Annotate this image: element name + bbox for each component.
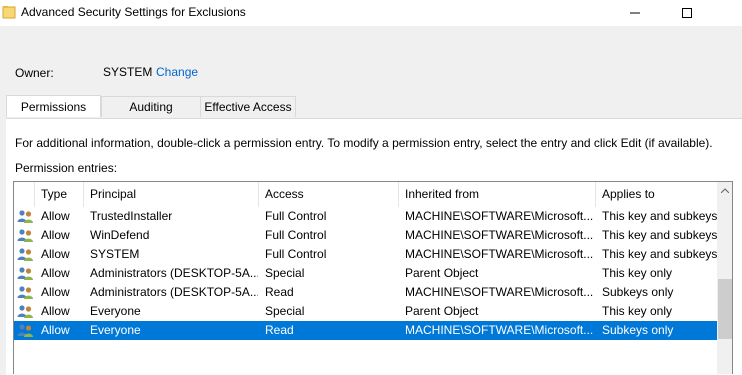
tab-permissions[interactable]: Permissions <box>6 95 101 117</box>
users-icon <box>17 305 33 318</box>
row-principal: WinDefend <box>90 228 150 242</box>
row-principal: Administrators (DESKTOP-5A... <box>90 285 258 299</box>
row-type: Allow <box>41 247 70 261</box>
row-principal: TrustedInstaller <box>90 209 173 223</box>
row-principal: Administrators (DESKTOP-5A... <box>90 266 258 280</box>
row-inherited-from: Parent Object <box>405 266 479 280</box>
tab-effective-access[interactable]: Effective Access <box>200 96 296 117</box>
row-applies-to: This key and subkeys <box>602 247 718 261</box>
permission-entries-label: Permission entries: <box>15 161 118 175</box>
row-applies-to: This key only <box>602 304 673 318</box>
row-inherited-from: MACHINE\SOFTWARE\Microsoft... <box>405 228 593 242</box>
maximize-button[interactable] <box>664 0 710 26</box>
users-icon <box>17 210 33 223</box>
table-row[interactable]: Allow Everyone Special Parent Object This ke… <box>14 302 717 321</box>
row-inherited-from: MACHINE\SOFTWARE\Microsoft... <box>405 209 593 223</box>
minimize-button[interactable] <box>612 0 658 26</box>
column-header-applies-to[interactable]: Applies to <box>596 182 717 207</box>
header-spacer <box>14 182 35 207</box>
row-inherited-from: Parent Object <box>405 304 479 318</box>
column-header-type[interactable]: Type <box>35 182 84 207</box>
row-access: Special <box>265 304 305 318</box>
row-type: Allow <box>41 285 70 299</box>
permission-entries-list[interactable]: Type Principal Access Inherited from App… <box>13 181 733 374</box>
row-type: Allow <box>41 209 70 223</box>
row-applies-to: Subkeys only <box>602 285 674 299</box>
row-access: Read <box>265 285 294 299</box>
vertical-scrollbar[interactable] <box>717 182 732 374</box>
row-inherited-from: MACHINE\SOFTWARE\Microsoft... <box>405 285 593 299</box>
users-icon <box>17 286 33 299</box>
row-access: Full Control <box>265 209 327 223</box>
window-title: Advanced Security Settings for Exclusion… <box>21 5 246 19</box>
row-principal: Everyone <box>90 304 141 318</box>
table-row[interactable]: Allow Everyone Read MACHINE\SOFTWARE\Micros… <box>14 321 717 340</box>
change-owner-link[interactable]: Change <box>156 65 198 79</box>
row-applies-to: This key and subkeys <box>602 228 718 242</box>
row-applies-to: This key only <box>602 266 673 280</box>
users-icon <box>17 267 33 280</box>
maximize-icon <box>682 8 692 18</box>
users-icon <box>17 248 33 261</box>
tab-auditing[interactable]: Auditing <box>101 96 201 117</box>
list-header: Type Principal Access Inherited from App… <box>14 182 717 207</box>
row-access: Full Control <box>265 247 327 261</box>
table-row[interactable]: Allow Administrators (DESKTOP-5A... Specia… <box>14 264 717 283</box>
table-row[interactable]: Allow TrustedInstaller Full Control MACHINE… <box>14 207 717 226</box>
chevron-up-icon <box>721 188 729 193</box>
minimize-icon <box>630 12 640 14</box>
column-header-inherited-from[interactable]: Inherited from <box>399 182 596 207</box>
row-principal: SYSTEM <box>90 247 140 261</box>
owner-value: SYSTEM <box>103 65 153 79</box>
folder-icon <box>2 6 16 19</box>
row-applies-to: Subkeys only <box>602 323 674 337</box>
info-text: For additional information, double-click… <box>15 136 713 150</box>
table-row[interactable]: Allow Administrators (DESKTOP-5A... Read MA… <box>14 283 717 302</box>
row-access: Full Control <box>265 228 327 242</box>
column-header-access[interactable]: Access <box>259 182 399 207</box>
table-row[interactable]: Allow SYSTEM Full Control MACHINE\SOFTWARE\… <box>14 245 717 264</box>
title-bar: Advanced Security Settings for Exclusion… <box>0 0 742 26</box>
row-access: Special <box>265 266 305 280</box>
table-row[interactable]: Allow WinDefend Full Control MACHINE\SOFTWA… <box>14 226 717 245</box>
row-principal: Everyone <box>90 323 141 337</box>
row-type: Allow <box>41 304 70 318</box>
scroll-up-button[interactable] <box>717 182 732 199</box>
owner-label: Owner: <box>15 66 54 80</box>
row-access: Read <box>265 323 294 337</box>
column-header-principal[interactable]: Principal <box>84 182 259 207</box>
users-icon <box>17 324 33 337</box>
row-inherited-from: MACHINE\SOFTWARE\Microsoft... <box>405 247 593 261</box>
row-type: Allow <box>41 266 70 280</box>
row-type: Allow <box>41 323 70 337</box>
scroll-thumb[interactable] <box>718 279 732 339</box>
row-applies-to: This key and subkeys <box>602 209 718 223</box>
users-icon <box>17 229 33 242</box>
row-inherited-from: MACHINE\SOFTWARE\Microsoft... <box>405 323 593 337</box>
row-type: Allow <box>41 228 70 242</box>
